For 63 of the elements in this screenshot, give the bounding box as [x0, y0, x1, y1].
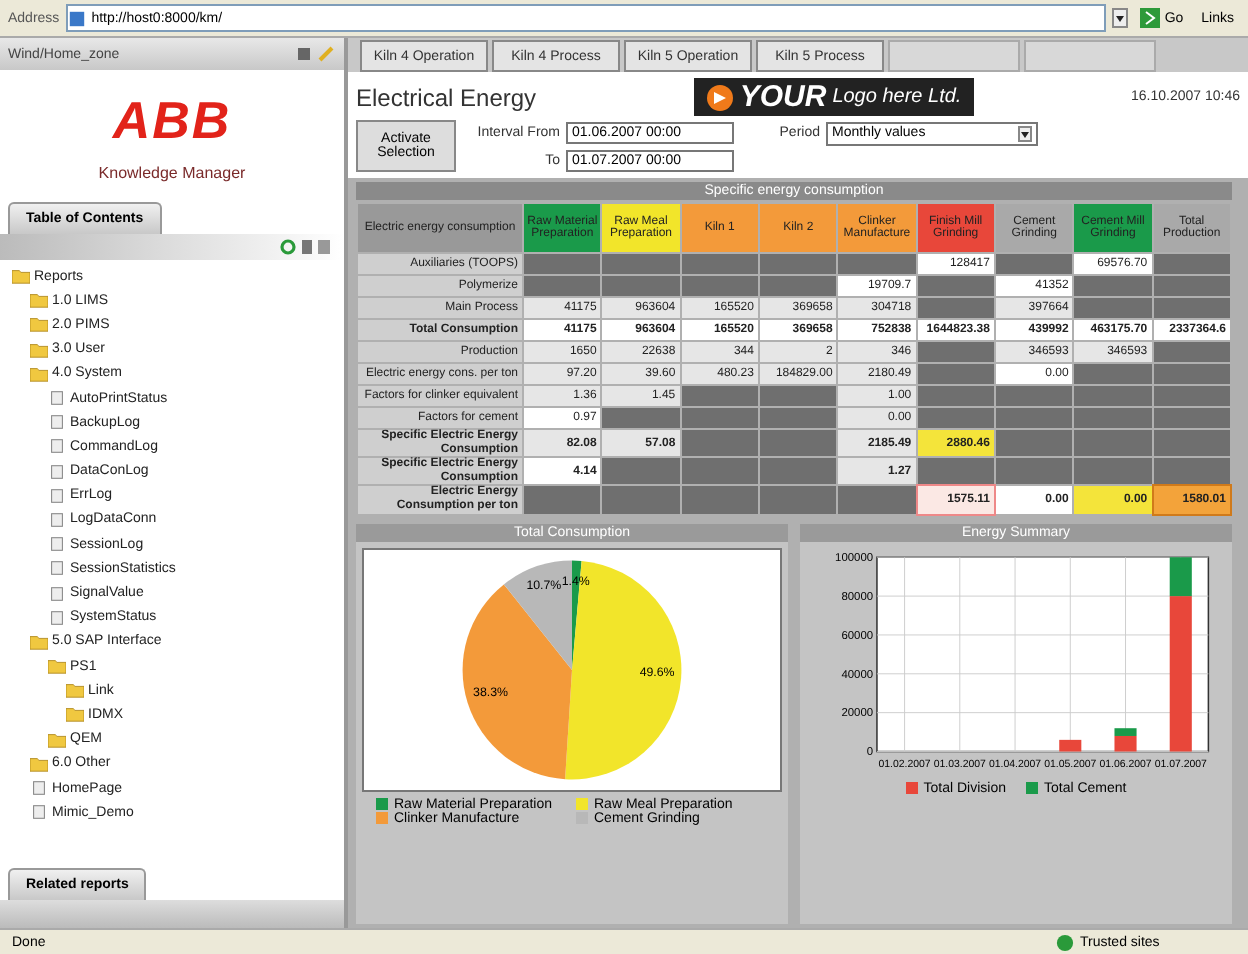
table-cell	[917, 364, 994, 384]
table-cell	[759, 386, 837, 406]
table-cell	[602, 408, 680, 428]
table-cell	[681, 430, 758, 457]
table-cell	[995, 408, 1073, 428]
table-cell	[759, 408, 837, 428]
table-cell	[681, 254, 758, 274]
check-icon	[1056, 933, 1074, 951]
table-cell	[995, 430, 1073, 457]
company-logo: YOUR Logo here Ltd.	[693, 78, 974, 116]
table-cell	[602, 254, 680, 274]
logo-icon	[705, 83, 734, 111]
table-cell	[1153, 364, 1230, 384]
table-cell	[1153, 298, 1230, 318]
table-cell	[1153, 458, 1230, 485]
table-cell	[1153, 342, 1230, 362]
table-cell	[1074, 276, 1152, 296]
toolbar-icon[interactable]	[296, 44, 336, 64]
table-cell	[602, 486, 680, 514]
table-cell	[759, 430, 837, 457]
table-cell	[995, 386, 1073, 406]
table-cell	[917, 276, 994, 296]
table-cell	[759, 458, 837, 485]
table-cell	[1153, 408, 1230, 428]
table-cell	[917, 408, 994, 428]
table-cell	[681, 458, 758, 485]
arrow-icon	[1140, 8, 1161, 28]
table-cell	[838, 486, 916, 514]
table-cell	[681, 276, 758, 296]
table-cell	[524, 486, 601, 514]
dropdown-arrow-icon	[1018, 125, 1032, 141]
report-title: Electrical Energy	[356, 83, 537, 111]
table-cell	[917, 298, 994, 318]
table-cell	[524, 276, 601, 296]
table-cell	[917, 386, 994, 406]
table-cell	[995, 458, 1073, 485]
table-cell	[1153, 254, 1230, 274]
table-cell	[838, 254, 916, 274]
table-cell	[524, 254, 601, 274]
table-cell	[681, 486, 758, 514]
table-cell	[759, 276, 837, 296]
table-cell	[917, 342, 994, 362]
table-cell	[1153, 276, 1230, 296]
table-cell	[917, 458, 994, 485]
logo: ABB	[112, 90, 232, 152]
table-cell	[995, 254, 1073, 274]
table-cell	[1074, 408, 1152, 428]
refresh-icon[interactable]	[280, 238, 332, 256]
product-name: Knowledge Manager	[98, 164, 246, 182]
table-cell	[1074, 298, 1152, 318]
table-cell	[1074, 430, 1152, 457]
table-cell	[759, 254, 837, 274]
table-cell	[681, 386, 758, 406]
table-cell	[681, 408, 758, 428]
table-cell	[602, 276, 680, 296]
table-cell	[1074, 386, 1152, 406]
table-cell	[1074, 458, 1152, 485]
table-cell	[1153, 386, 1230, 406]
table-cell	[759, 486, 837, 514]
table-cell	[602, 458, 680, 485]
page-icon	[67, 9, 86, 27]
table-cell	[1153, 430, 1230, 457]
table-cell	[1074, 364, 1152, 384]
